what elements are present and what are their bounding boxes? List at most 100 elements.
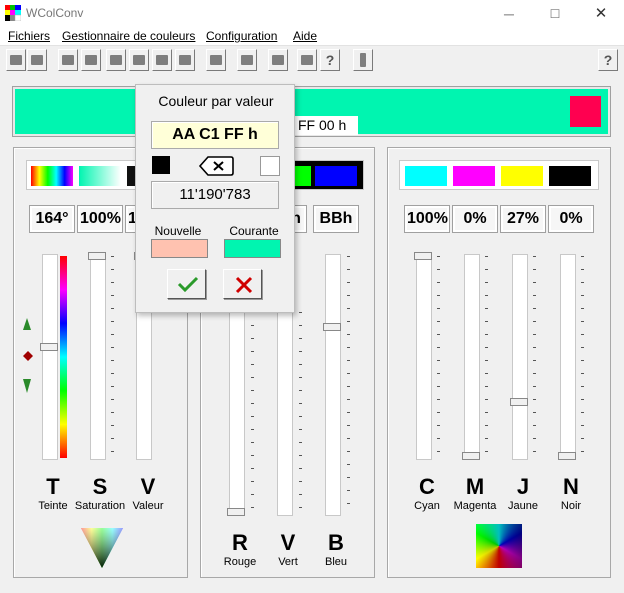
red-ticks (248, 312, 254, 514)
menu-bar: Fichiers Gestionnaire de couleurs Config… (0, 28, 624, 46)
panel-icon[interactable] (353, 49, 373, 71)
accent-swatch[interactable] (570, 96, 601, 127)
toolbar: ? ? (0, 46, 624, 74)
magenta-slider-thumb[interactable] (462, 452, 480, 460)
white-color-button[interactable] (260, 156, 280, 176)
sort-icon[interactable] (129, 49, 149, 71)
yellow-letter: J (516, 474, 530, 499)
cyan-ticks (434, 256, 440, 458)
cyan-slider-track[interactable] (416, 254, 432, 460)
import-icon[interactable] (58, 49, 78, 71)
yellow-slider-thumb[interactable] (510, 398, 528, 406)
window-title: WColConv (26, 6, 84, 20)
title-bar: WColConv ─ ☐ ✕ (0, 0, 624, 28)
value-letter: V (140, 474, 156, 499)
green-slider-track[interactable] (277, 312, 293, 516)
menu-gestionnaire[interactable]: Gestionnaire de couleurs (62, 29, 195, 43)
saturation-ticks (108, 256, 114, 458)
black-slider-track[interactable] (560, 254, 576, 460)
delete-icon[interactable] (152, 49, 172, 71)
blue-ticks (344, 256, 350, 514)
blue-swatch[interactable] (315, 166, 357, 186)
cmyk-palette-icon[interactable] (476, 524, 522, 568)
green-swatch[interactable] (295, 166, 311, 186)
minimize-button[interactable]: ─ (486, 0, 532, 28)
arrow-down-icon[interactable] (23, 379, 31, 396)
green-letter: V (280, 530, 296, 555)
rgb-gradient-box (294, 160, 364, 190)
yellow-swatch[interactable] (501, 166, 543, 186)
blue-slider-track[interactable] (325, 254, 341, 516)
hue-gradient[interactable] (31, 166, 73, 186)
arrow-up-icon[interactable] (23, 318, 31, 333)
black-swatch[interactable] (549, 166, 591, 186)
hex-label: FF 00 h (294, 116, 358, 135)
saturation-letter: S (92, 474, 108, 499)
saturation-value[interactable]: 100% (77, 205, 123, 233)
help-icon[interactable]: ? (598, 49, 618, 71)
magenta-swatch[interactable] (453, 166, 495, 186)
green-ticks (296, 312, 302, 514)
grid-icon[interactable] (175, 49, 195, 71)
center-dot-icon[interactable] (23, 350, 33, 364)
cyan-value[interactable]: 100% (404, 205, 450, 233)
dialog-title: Couleur par valeur (158, 93, 274, 109)
checkmark-icon (177, 275, 199, 296)
hue-slider-track[interactable] (42, 254, 58, 460)
saturation-slider-thumb[interactable] (88, 252, 106, 260)
hex-help-icon[interactable]: ? (320, 49, 340, 71)
black-slider-thumb[interactable] (558, 452, 576, 460)
hue-slider-thumb[interactable] (40, 343, 58, 351)
folder-icon[interactable] (268, 49, 288, 71)
new-color-swatch (151, 239, 208, 258)
blue-label: Bleu (324, 556, 348, 568)
hue-value[interactable]: 164° (29, 205, 75, 233)
move-up-icon[interactable] (106, 49, 126, 71)
app-icon (5, 5, 22, 22)
black-ticks (578, 256, 584, 458)
hsv-gradient-box (26, 160, 136, 190)
saturation-gradient[interactable] (79, 166, 121, 186)
menu-aide[interactable]: Aide (293, 29, 317, 43)
blue-value[interactable]: BBh (313, 205, 359, 233)
cyan-swatch[interactable] (405, 166, 447, 186)
upload-icon[interactable] (81, 49, 101, 71)
hex-value-field[interactable]: AA C1 FF h (151, 121, 279, 149)
swap-icon[interactable] (237, 49, 257, 71)
yellow-ticks (530, 256, 536, 458)
tag-icon[interactable] (297, 49, 317, 71)
black-value[interactable]: 0% (548, 205, 594, 233)
magenta-slider-track[interactable] (464, 254, 480, 460)
close-button[interactable]: ✕ (578, 0, 624, 28)
hue-spectrum-bar (60, 256, 67, 458)
black-label: Noir (560, 500, 582, 512)
color-by-value-dialog: Couleur par valeur AA C1 FF h 11'190'783… (135, 84, 295, 313)
yellow-value[interactable]: 27% (500, 205, 546, 233)
menu-fichiers[interactable]: Fichiers (8, 29, 50, 43)
open-icon[interactable] (6, 49, 26, 71)
blue-slider-thumb[interactable] (323, 323, 341, 331)
decimal-value-field[interactable]: 11'190'783 (151, 181, 279, 209)
cyan-letter: C (419, 474, 435, 499)
color-cone-icon[interactable] (79, 524, 125, 573)
saturation-slider-track[interactable] (90, 254, 106, 460)
backspace-icon[interactable] (198, 155, 234, 180)
x-icon (235, 276, 253, 297)
hue-letter: T (46, 474, 60, 499)
cancel-button[interactable] (223, 269, 262, 299)
cyan-slider-thumb[interactable] (414, 252, 432, 260)
magenta-value[interactable]: 0% (452, 205, 498, 233)
value-label: Valeur (132, 500, 164, 512)
maximize-button[interactable]: ☐ (532, 0, 578, 28)
current-label: Courante (229, 224, 279, 238)
black-color-button[interactable] (152, 156, 170, 174)
yellow-slider-track[interactable] (512, 254, 528, 460)
red-slider-track[interactable] (229, 312, 245, 516)
red-letter: R (232, 530, 248, 555)
save-icon[interactable] (27, 49, 47, 71)
ok-button[interactable] (167, 269, 206, 299)
eyedropper-icon[interactable] (206, 49, 226, 71)
red-slider-thumb[interactable] (227, 508, 245, 516)
value-gradient[interactable] (127, 166, 135, 186)
menu-configuration[interactable]: Configuration (206, 29, 277, 43)
